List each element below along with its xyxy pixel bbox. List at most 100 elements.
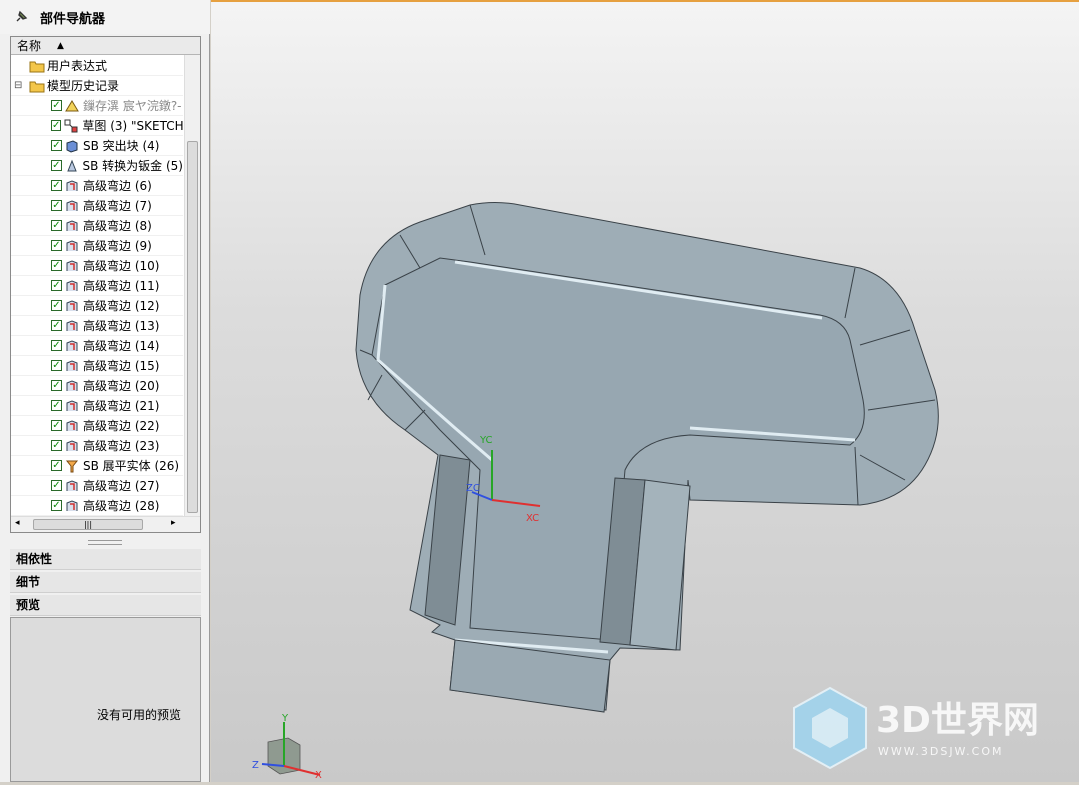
flange-icon — [65, 299, 79, 313]
preview-area: 没有可用的预览 — [10, 617, 201, 782]
visibility-checkbox[interactable]: ✓ — [51, 160, 62, 171]
preview-panel-header[interactable]: 预览 — [10, 595, 201, 616]
visibility-checkbox[interactable]: ✓ — [51, 300, 62, 311]
tree-item[interactable]: ✓ 高级弯边 (28) — [11, 496, 183, 516]
flange-icon — [65, 479, 79, 493]
tree-item-label: 用户表达式 — [47, 59, 108, 73]
visibility-checkbox[interactable]: ✓ — [51, 200, 62, 211]
visibility-checkbox[interactable]: ✓ — [51, 400, 62, 411]
tree-item[interactable]: ✓ 高级弯边 (13) — [11, 316, 183, 336]
tree-item[interactable]: ✓ 高级弯边 (8) — [11, 216, 183, 236]
csys-zc-label: ZC — [466, 483, 480, 494]
visibility-checkbox[interactable]: ✓ — [51, 420, 62, 431]
visibility-checkbox[interactable]: ✓ — [51, 440, 62, 451]
flange-icon — [65, 199, 79, 213]
flange-icon — [65, 219, 79, 233]
tree-item[interactable]: ✓ 高级弯边 (11) — [11, 276, 183, 296]
tree-item[interactable]: ✓ 高级弯边 (10) — [11, 256, 183, 276]
folder-icon — [29, 79, 45, 93]
triad-z-label: Z — [252, 760, 259, 771]
tree-item[interactable]: ✓ 高级弯边 (15) — [11, 356, 183, 376]
visibility-checkbox[interactable]: ✓ — [51, 320, 62, 331]
flange-icon — [65, 179, 79, 193]
scroll-right-icon[interactable]: ▸ — [171, 518, 176, 528]
tree-item[interactable]: ✓ 草图 (3) "SKETCH_ — [11, 116, 183, 136]
vertical-scroll-thumb[interactable] — [187, 141, 198, 513]
visibility-checkbox[interactable]: ✓ — [51, 500, 62, 511]
flange-icon — [65, 279, 79, 293]
tree-item-label: 高级弯边 (20) — [83, 379, 160, 393]
tree-item[interactable]: ✓ 高级弯边 (7) — [11, 196, 183, 216]
flange-icon — [65, 499, 79, 513]
tree-item[interactable]: ✓ SB 展平实体 (26) — [11, 456, 183, 476]
tree-item-label: 模型历史记录 — [47, 79, 120, 93]
tree-item-label: 高级弯边 (27) — [83, 479, 160, 493]
convert-icon — [65, 159, 79, 173]
visibility-checkbox[interactable]: ✓ — [51, 240, 62, 251]
tree-column-header[interactable]: 名称 ▲ — [11, 37, 200, 55]
tree-item[interactable]: ⊟ 模型历史记录 — [11, 76, 183, 96]
visibility-checkbox[interactable]: ✓ — [51, 280, 62, 291]
tree-item-label: 高级弯边 (10) — [83, 259, 160, 273]
tree-item-label: 高级弯边 (28) — [83, 499, 160, 513]
tree-item-label: 高级弯边 (21) — [83, 399, 160, 413]
scroll-left-icon[interactable]: ◂ — [15, 518, 20, 528]
visibility-checkbox[interactable]: ✓ — [51, 260, 62, 271]
tree-item[interactable]: ✓ 高级弯边 (12) — [11, 296, 183, 316]
pin-icon[interactable] — [14, 10, 28, 24]
tree-item[interactable]: ✓ 高级弯边 (20) — [11, 376, 183, 396]
dependencies-panel-header[interactable]: 相依性 — [10, 549, 201, 570]
horizontal-scrollbar[interactable]: ◂ ||| ▸ — [11, 516, 200, 532]
tree-item-label: 高级弯边 (8) — [83, 219, 152, 233]
tree-item[interactable]: 用户表达式 — [11, 56, 183, 76]
visibility-checkbox[interactable]: ✓ — [51, 180, 62, 191]
tree-item-label: 草图 (3) "SKETCH_ — [82, 119, 183, 133]
flange-icon — [65, 339, 79, 353]
tree-item-label: 高级弯边 (14) — [83, 339, 160, 353]
visibility-checkbox[interactable]: ✓ — [51, 340, 62, 351]
visibility-checkbox[interactable]: ✓ — [51, 220, 62, 231]
vertical-scrollbar[interactable] — [184, 55, 200, 517]
tree-item[interactable]: ✓ SB 突出块 (4) — [11, 136, 183, 156]
collapse-icon[interactable]: ⊟ — [14, 80, 22, 91]
name-column-label: 名称 — [17, 39, 42, 53]
visibility-checkbox[interactable]: ✓ — [51, 140, 62, 151]
visibility-checkbox[interactable]: ✓ — [51, 120, 62, 131]
tree-item[interactable]: ✓ SB 转换为钣金 (5) — [11, 156, 183, 176]
sort-ascending-icon[interactable]: ▲ — [57, 41, 64, 51]
tree-item[interactable]: ✓ 高级弯边 (27) — [11, 476, 183, 496]
tree-item-label: 高级弯边 (15) — [83, 359, 160, 373]
flange-icon — [65, 439, 79, 453]
tree-item[interactable]: ✓ 高级弯边 (23) — [11, 436, 183, 456]
flange-icon — [65, 419, 79, 433]
tree-item[interactable]: ✓ 高级弯边 (22) — [11, 416, 183, 436]
flange-icon — [65, 399, 79, 413]
flange-icon — [65, 379, 79, 393]
graphics-viewport[interactable]: YC ZC XC Y Z X 3D世界网 WWW.3DSJW.COM — [211, 0, 1079, 782]
visibility-checkbox[interactable]: ✓ — [51, 360, 62, 371]
watermark-brand: 3D世界网 — [876, 700, 1039, 741]
triad-x-label: X — [315, 770, 322, 781]
tree-item-label: 高级弯边 (6) — [83, 179, 152, 193]
tree-item-label: 高级弯边 (23) — [83, 439, 160, 453]
tree-item-label: 高级弯边 (9) — [83, 239, 152, 253]
splitter-handle[interactable] — [88, 540, 122, 545]
tree-item[interactable]: ✓ 鏁存潩 宸ヤ浣鐓?- — [11, 96, 183, 116]
visibility-checkbox[interactable]: ✓ — [51, 460, 62, 471]
tree-item[interactable]: ✓ 高级弯边 (9) — [11, 236, 183, 256]
visibility-checkbox[interactable]: ✓ — [51, 100, 62, 111]
flange-icon — [65, 239, 79, 253]
watermark-url: WWW.3DSJW.COM — [878, 745, 1004, 758]
details-panel-header[interactable]: 细节 — [10, 572, 201, 593]
tree-item[interactable]: ✓ 高级弯边 (14) — [11, 336, 183, 356]
no-preview-message: 没有可用的预览 — [97, 708, 182, 722]
visibility-checkbox[interactable]: ✓ — [51, 480, 62, 491]
flat-icon — [65, 459, 79, 473]
view-triad: Y Z X — [252, 713, 322, 781]
visibility-checkbox[interactable]: ✓ — [51, 380, 62, 391]
csys-yc-label: YC — [479, 435, 493, 446]
tree-item[interactable]: ✓ 高级弯边 (6) — [11, 176, 183, 196]
tree-item[interactable]: ✓ 高级弯边 (21) — [11, 396, 183, 416]
sketch-icon — [64, 119, 78, 133]
horizontal-scroll-thumb[interactable]: ||| — [33, 519, 143, 530]
